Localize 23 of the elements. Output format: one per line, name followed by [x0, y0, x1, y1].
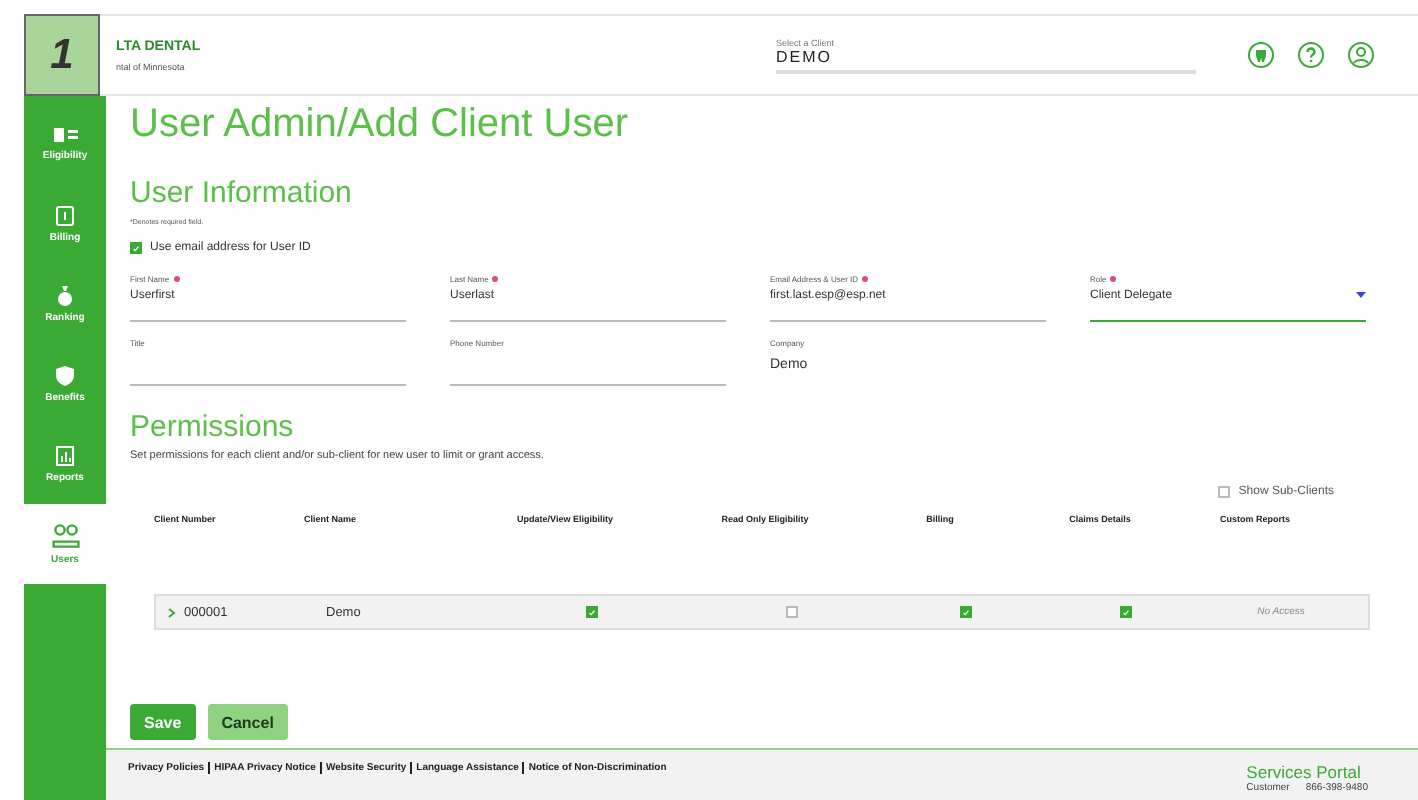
money-bag-icon: [56, 285, 74, 305]
caret-icon: [1356, 292, 1366, 298]
checkbox[interactable]: [785, 606, 797, 618]
step-badge: 1: [24, 14, 100, 96]
section-title: User Information: [130, 176, 354, 210]
shield-icon: [56, 365, 74, 385]
portal-title: Services Portal: [1246, 762, 1363, 782]
cancel-button[interactable]: Cancel: [207, 704, 288, 740]
report-icon: [56, 445, 74, 465]
checkbox[interactable]: [960, 606, 972, 618]
checkbox[interactable]: [1120, 606, 1132, 618]
help-icon[interactable]: [1298, 42, 1324, 68]
checkbox[interactable]: [130, 242, 142, 254]
section-title: Permissions: [130, 410, 296, 444]
chevron-icon[interactable]: [168, 607, 176, 617]
checkbox[interactable]: [585, 606, 597, 618]
tooth-icon[interactable]: [1248, 42, 1274, 68]
id-card-icon: [53, 127, 77, 143]
users-icon: [51, 523, 79, 547]
checkbox[interactable]: [1218, 486, 1231, 498]
page-title: User Admin/Add Client User: [130, 102, 630, 148]
user-icon[interactable]: [1348, 42, 1374, 68]
document-icon: [56, 205, 74, 225]
